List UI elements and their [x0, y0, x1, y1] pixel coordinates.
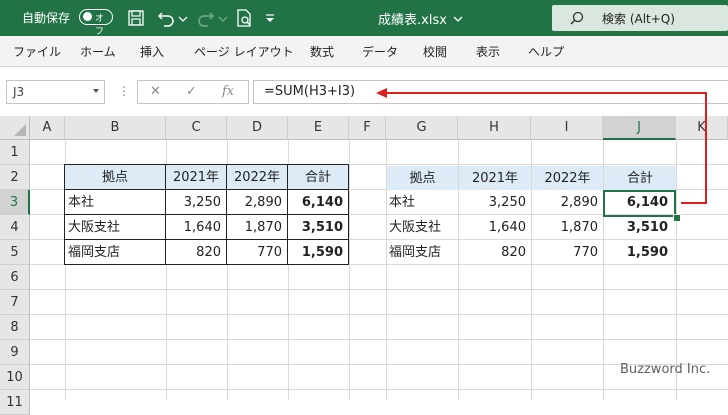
- watermark: Buzzword Inc.: [620, 362, 711, 377]
- annotation-arrow: [376, 88, 707, 204]
